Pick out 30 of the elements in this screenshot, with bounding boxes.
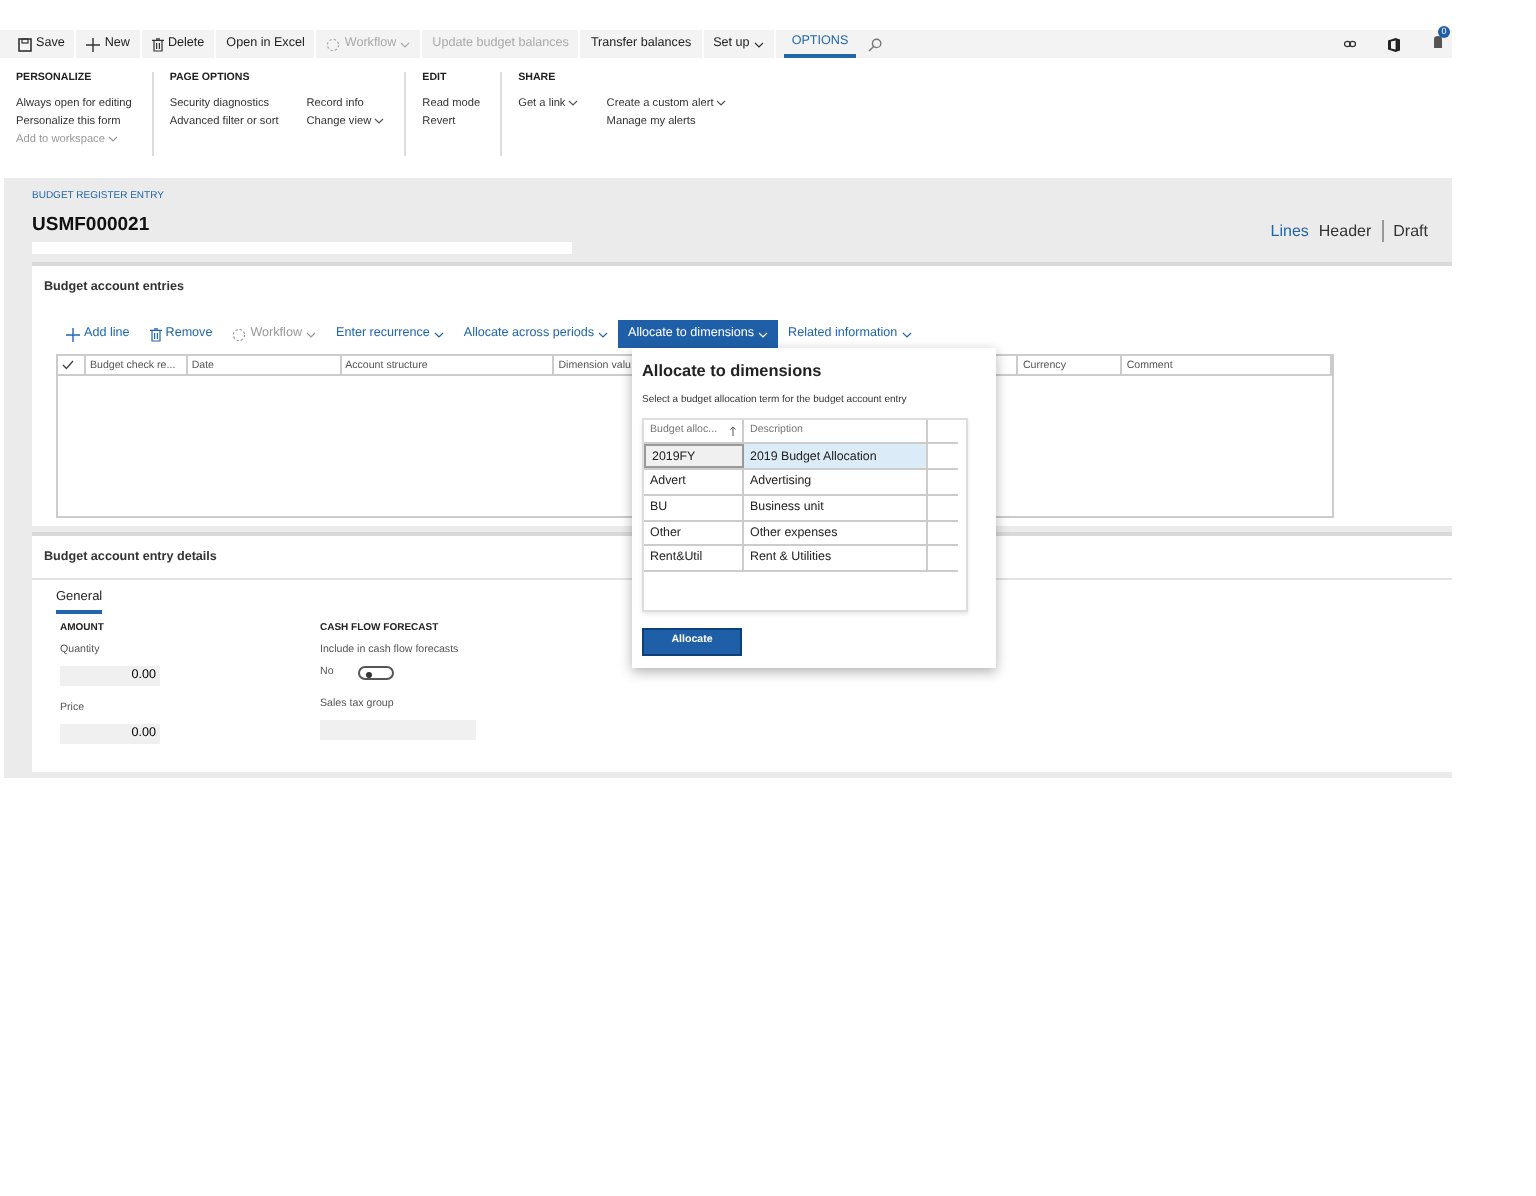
office-icon[interactable] [1388,37,1400,51]
chevron-down-icon [901,331,912,338]
link-icon[interactable] [1344,40,1356,48]
trash-icon [151,37,164,51]
chevron-down-icon [568,99,579,106]
trash-icon [149,327,162,342]
chevron-down-icon [716,99,727,106]
page-title: USMF000021 [32,211,152,239]
chevron-down-icon [306,331,316,338]
search-icon[interactable] [868,37,883,51]
checkmark-icon[interactable] [62,359,74,370]
chevron-down-icon [433,331,444,338]
plus-icon [86,37,101,51]
spinner-icon [326,37,341,51]
bell-icon[interactable] [1432,34,1444,51]
view-tab[interactable]: Lines [1270,219,1309,243]
chevron-down-icon [400,41,411,47]
dialog-title: Allocate to dimensions [642,360,824,384]
spinner-icon [232,327,247,342]
chevron-down-icon [108,135,119,142]
toggle-switch[interactable] [357,666,394,681]
view-tab[interactable]: Header [1318,219,1372,243]
chevron-down-icon [598,331,609,338]
chevron-down-icon [758,331,769,338]
sort-arrow-icon [730,426,736,437]
chevron-down-icon [374,117,385,124]
chevron-down-icon [753,41,764,47]
status-label: Draft [1393,219,1428,243]
save-icon [18,37,32,51]
plus-icon [66,327,80,342]
